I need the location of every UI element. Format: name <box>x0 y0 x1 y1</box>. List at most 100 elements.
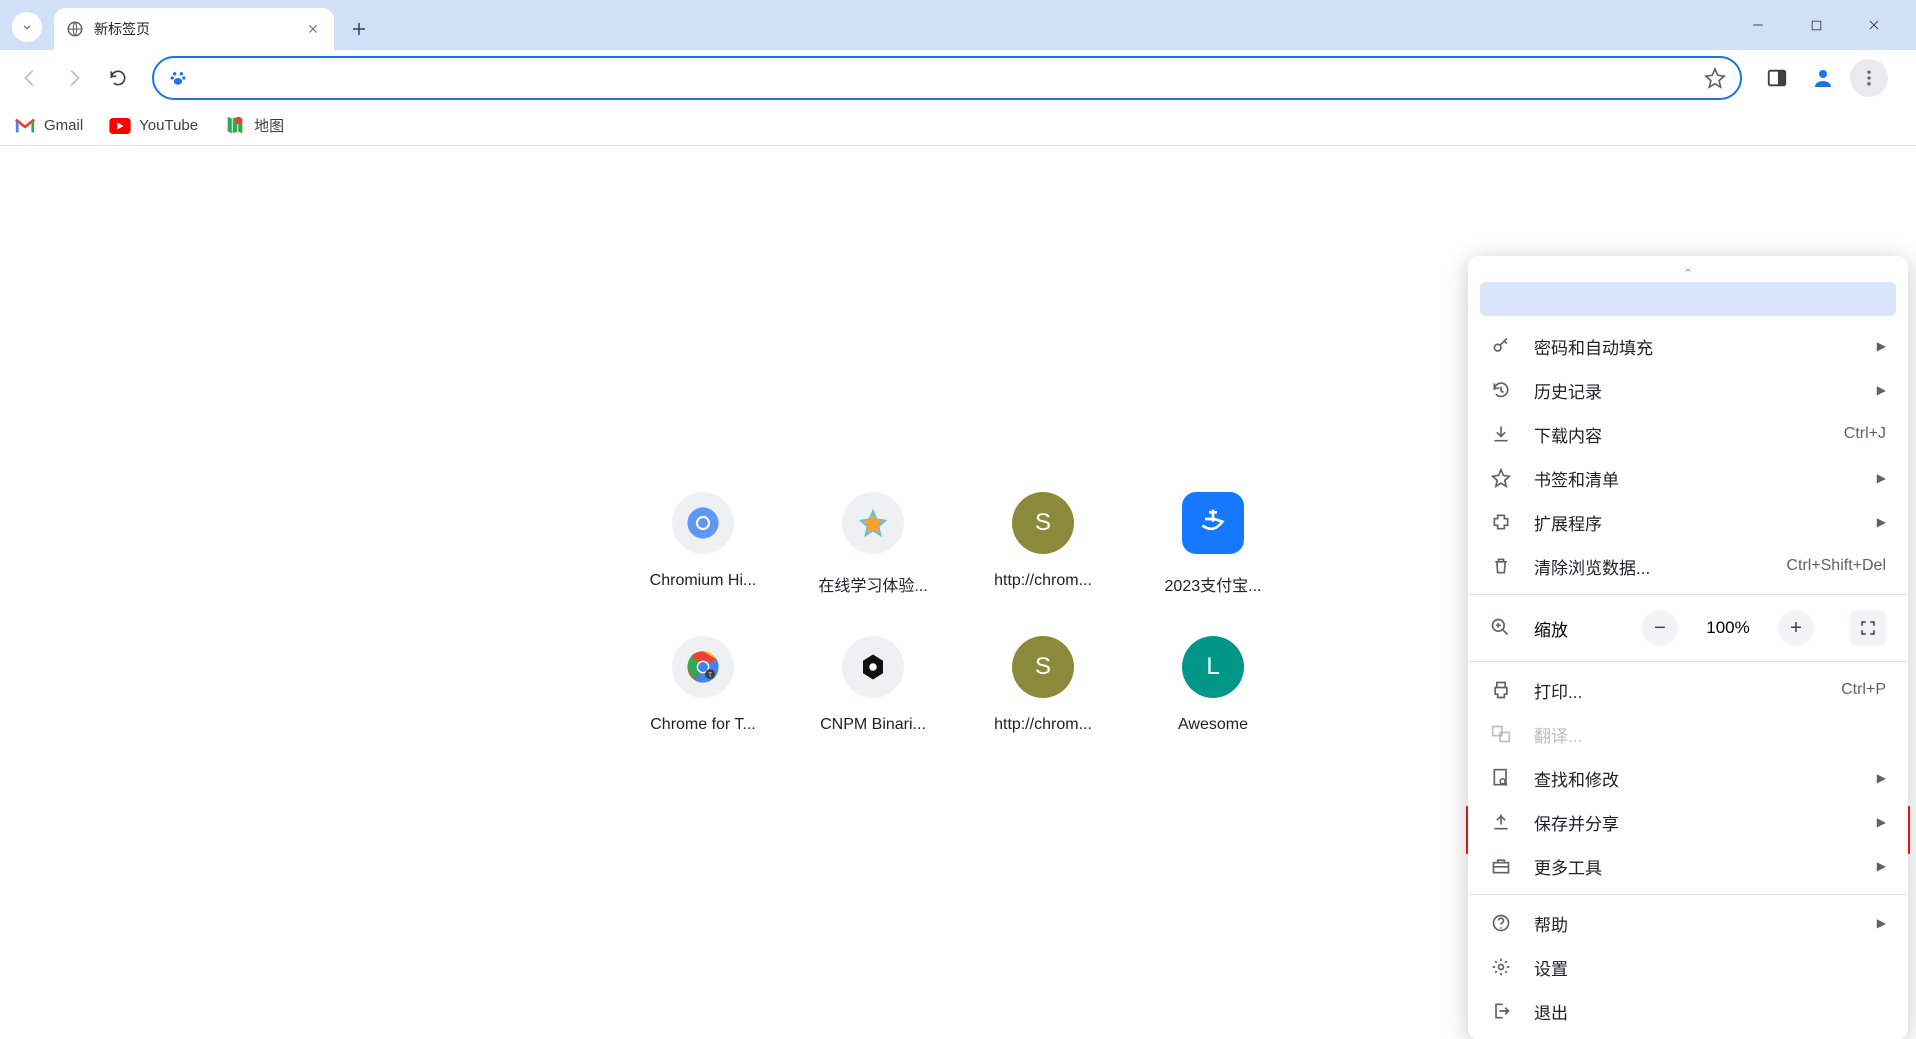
menu-item-find[interactable]: 查找和修改 ▶ <box>1468 756 1908 800</box>
menu-separator <box>1468 661 1908 662</box>
shortcut-label: Chromium Hi... <box>650 572 757 590</box>
menu-label: 书签和清单 <box>1534 466 1855 491</box>
shortcut-label: 2023支付宝... <box>1165 572 1262 596</box>
paw-icon <box>168 68 188 88</box>
shortcut-label: CNPM Binari... <box>820 716 926 734</box>
menu-label: 打印... <box>1534 678 1819 703</box>
menu-label: 密码和自动填充 <box>1534 334 1855 359</box>
address-bar[interactable] <box>152 56 1742 100</box>
bookmark-label: 地图 <box>254 115 284 136</box>
arrow-left-icon <box>19 67 41 89</box>
chromium-icon <box>672 492 734 554</box>
shortcut-label: http://chrom... <box>994 572 1092 590</box>
chevron-down-icon <box>20 20 34 34</box>
menu-item-extensions[interactable]: 扩展程序 ▶ <box>1468 500 1908 544</box>
bookmark-label: Gmail <box>44 117 83 134</box>
alipay-icon <box>1182 492 1244 554</box>
close-icon <box>307 23 319 35</box>
shortcut-tile[interactable]: L Awesome <box>1128 636 1298 734</box>
menu-item-save-share[interactable]: 保存并分享 ▶ <box>1468 800 1908 844</box>
menu-item-history[interactable]: 历史记录 ▶ <box>1468 368 1908 412</box>
tab-search-button[interactable] <box>12 12 42 42</box>
main-menu-dropdown: 密码和自动填充 ▶ 历史记录 ▶ 下载内容 Ctrl+J 书签和清单 ▶ 扩展程… <box>1468 256 1908 1039</box>
print-icon <box>1490 679 1512 701</box>
menu-item-exit[interactable]: 退出 <box>1468 989 1908 1033</box>
menu-label: 翻译... <box>1534 722 1886 747</box>
key-icon <box>1490 335 1512 357</box>
side-panel-button[interactable] <box>1758 59 1796 97</box>
history-icon <box>1490 379 1512 401</box>
bookmark-youtube[interactable]: YouTube <box>109 115 198 137</box>
zoom-value: 100% <box>1700 618 1756 638</box>
shortcut-label: Chrome for T... <box>650 716 756 734</box>
bookmark-gmail[interactable]: Gmail <box>14 115 83 137</box>
menu-item-help[interactable]: 帮助 ▶ <box>1468 901 1908 945</box>
minimize-button[interactable] <box>1738 10 1778 40</box>
main-menu-button[interactable] <box>1850 59 1888 97</box>
shortcut-tile[interactable]: Chromium Hi... <box>618 492 788 596</box>
menu-item-translate: 翻译... <box>1468 712 1908 756</box>
shortcut-tile[interactable]: 在线学习体验... <box>788 492 958 596</box>
person-icon <box>1811 66 1835 90</box>
menu-shortcut: Ctrl+Shift+Del <box>1786 557 1886 575</box>
menu-label: 更多工具 <box>1534 854 1855 879</box>
menu-item-passwords[interactable]: 密码和自动填充 ▶ <box>1468 324 1908 368</box>
toolbar <box>0 50 1916 106</box>
menu-item-settings[interactable]: 设置 <box>1468 945 1908 989</box>
menu-label: 清除浏览数据... <box>1534 554 1764 579</box>
zoom-out-button[interactable]: − <box>1642 610 1678 646</box>
gear-icon <box>1490 956 1512 978</box>
youtube-icon <box>109 115 131 137</box>
letter-s-icon: S <box>1012 492 1074 554</box>
maximize-button[interactable] <box>1796 10 1836 40</box>
fullscreen-button[interactable] <box>1850 610 1886 646</box>
shortcut-tile[interactable]: T Chrome for T... <box>618 636 788 734</box>
shortcut-label: Awesome <box>1178 716 1248 734</box>
shortcut-tile[interactable]: S http://chrom... <box>958 636 1128 734</box>
url-input[interactable] <box>198 69 1694 87</box>
menu-account-row[interactable] <box>1480 282 1896 316</box>
menu-item-print[interactable]: 打印... Ctrl+P <box>1468 668 1908 712</box>
fullscreen-icon <box>1859 619 1877 637</box>
tab-close-button[interactable] <box>304 20 322 38</box>
titlebar: 新标签页 <box>0 0 1916 50</box>
zoom-in-button[interactable]: + <box>1778 610 1814 646</box>
bookmark-star-icon[interactable] <box>1704 67 1726 89</box>
menu-item-downloads[interactable]: 下载内容 Ctrl+J <box>1468 412 1908 456</box>
chevron-right-icon: ▶ <box>1877 815 1886 829</box>
menu-collapse-button[interactable] <box>1468 262 1908 278</box>
reload-icon <box>108 68 128 88</box>
forward-button[interactable] <box>56 60 92 96</box>
toolbox-icon <box>1490 855 1512 877</box>
shortcut-tile[interactable]: S http://chrom... <box>958 492 1128 596</box>
shortcut-tile[interactable]: 2023支付宝... <box>1128 492 1298 596</box>
search-page-icon <box>1490 767 1512 789</box>
menu-item-more-tools[interactable]: 更多工具 ▶ <box>1468 844 1908 888</box>
browser-tab[interactable]: 新标签页 <box>54 8 334 50</box>
bookmark-maps[interactable]: 地图 <box>224 115 284 137</box>
menu-separator <box>1468 894 1908 895</box>
bookmarks-bar: Gmail YouTube 地图 <box>0 106 1916 146</box>
menu-separator <box>1468 594 1908 595</box>
menu-label: 帮助 <box>1534 911 1855 936</box>
gmail-icon <box>14 115 36 137</box>
chevron-right-icon: ▶ <box>1877 515 1886 529</box>
close-window-button[interactable] <box>1854 10 1894 40</box>
help-icon <box>1490 912 1512 934</box>
new-tab-button[interactable] <box>342 12 376 46</box>
globe-icon <box>66 20 84 38</box>
shortcut-tile[interactable]: CNPM Binari... <box>788 636 958 734</box>
menu-item-clear-data[interactable]: 清除浏览数据... Ctrl+Shift+Del <box>1468 544 1908 588</box>
chevron-right-icon: ▶ <box>1877 471 1886 485</box>
chevron-right-icon: ▶ <box>1877 859 1886 873</box>
ntp-content: Chromium Hi... 在线学习体验... S http://chrom.… <box>0 146 1916 998</box>
back-button[interactable] <box>12 60 48 96</box>
close-icon <box>1867 18 1881 32</box>
chevron-right-icon: ▶ <box>1877 771 1886 785</box>
reload-button[interactable] <box>100 60 136 96</box>
profile-button[interactable] <box>1804 59 1842 97</box>
menu-label: 设置 <box>1534 955 1886 980</box>
extension-icon <box>1490 511 1512 533</box>
menu-item-bookmarks[interactable]: 书签和清单 ▶ <box>1468 456 1908 500</box>
plus-icon <box>350 20 368 38</box>
